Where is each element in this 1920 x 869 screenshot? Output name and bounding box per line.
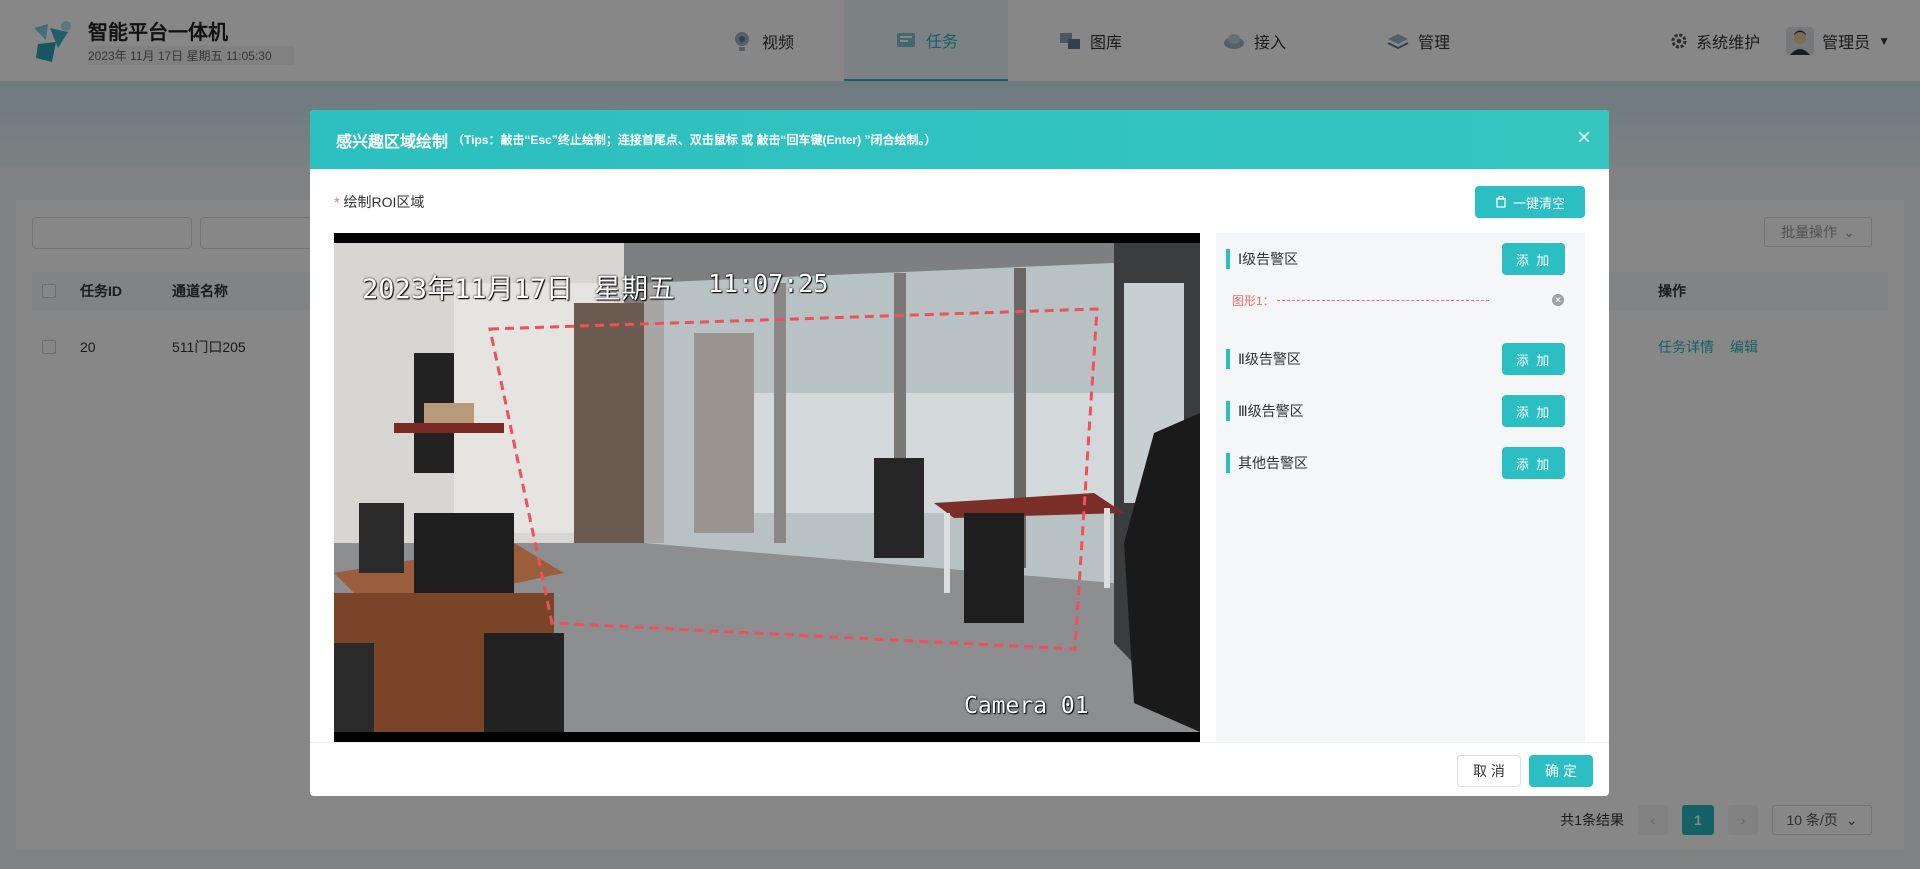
shape-line-preview [1276, 299, 1489, 301]
dialog-tips: （Tips：敲击“Esc”终止绘制；连接首尾点、双击鼠标 或 敲击“回车键(En… [452, 133, 937, 147]
clear-all-label: 一键清空 [1512, 195, 1565, 211]
add-zone-other-button[interactable]: 添 加 [1502, 447, 1565, 479]
osd-date: 2023年11月17日 [362, 274, 574, 305]
alarm-zone-panel: Ⅰ级告警区 添 加 图形1： ✕ Ⅱ级告警区 添 加 Ⅲ级告警区 添 加 其他告… [1216, 233, 1585, 753]
dialog-header: 感兴趣区域绘制 （Tips：敲击“Esc”终止绘制；连接首尾点、双击鼠标 或 敲… [310, 110, 1609, 169]
zone-marker [1226, 249, 1230, 269]
zone-level-3: Ⅲ级告警区 添 加 [1226, 395, 1575, 427]
zone-marker [1226, 453, 1230, 473]
clear-all-button[interactable]: 一键清空 [1475, 186, 1585, 218]
osd-time: 11:07:25 [708, 269, 829, 298]
osd-camera-name: Camera 01 [964, 693, 1089, 719]
dialog-title: 感兴趣区域绘制 [336, 133, 449, 151]
zone-level-2: Ⅱ级告警区 添 加 [1226, 343, 1575, 375]
required-mark: * [334, 194, 340, 210]
shape-item[interactable]: 图形1： ✕ [1232, 289, 1572, 311]
zone-level-1-label: Ⅰ级告警区 [1238, 251, 1299, 267]
confirm-button[interactable]: 确 定 [1529, 755, 1593, 787]
close-icon[interactable]: × [1577, 126, 1591, 150]
zone-level-2-label: Ⅱ级告警区 [1238, 351, 1301, 367]
add-zone-level-2-button[interactable]: 添 加 [1502, 343, 1565, 375]
shape-item-label: 图形1： [1232, 293, 1275, 308]
dialog-footer: 取 消 确 定 [310, 742, 1609, 796]
roi-field-label: * 绘制ROI区域 [334, 192, 424, 212]
cancel-button[interactable]: 取 消 [1457, 755, 1521, 787]
osd-weekday: 星期五 [594, 274, 675, 305]
add-zone-level-1-button[interactable]: 添 加 [1502, 243, 1565, 275]
remove-shape-icon[interactable]: ✕ [1552, 294, 1564, 306]
camera-frame-image [334, 243, 1200, 732]
zone-other-label: 其他告警区 [1238, 455, 1308, 471]
roi-drawing-dialog: 感兴趣区域绘制 （Tips：敲击“Esc”终止绘制；连接首尾点、双击鼠标 或 敲… [310, 110, 1609, 796]
roi-label-text: 绘制ROI区域 [343, 194, 425, 210]
zone-marker [1226, 401, 1230, 421]
zone-level-1: Ⅰ级告警区 添 加 [1226, 243, 1575, 275]
add-zone-level-3-button[interactable]: 添 加 [1502, 395, 1565, 427]
zone-level-3-label: Ⅲ级告警区 [1238, 403, 1304, 419]
zone-other: 其他告警区 添 加 [1226, 447, 1575, 479]
trash-icon [1495, 196, 1506, 208]
roi-video-canvas[interactable]: 2023年11月17日 星期五 11:07:25 Camera 01 [334, 233, 1200, 743]
zone-marker [1226, 349, 1230, 369]
